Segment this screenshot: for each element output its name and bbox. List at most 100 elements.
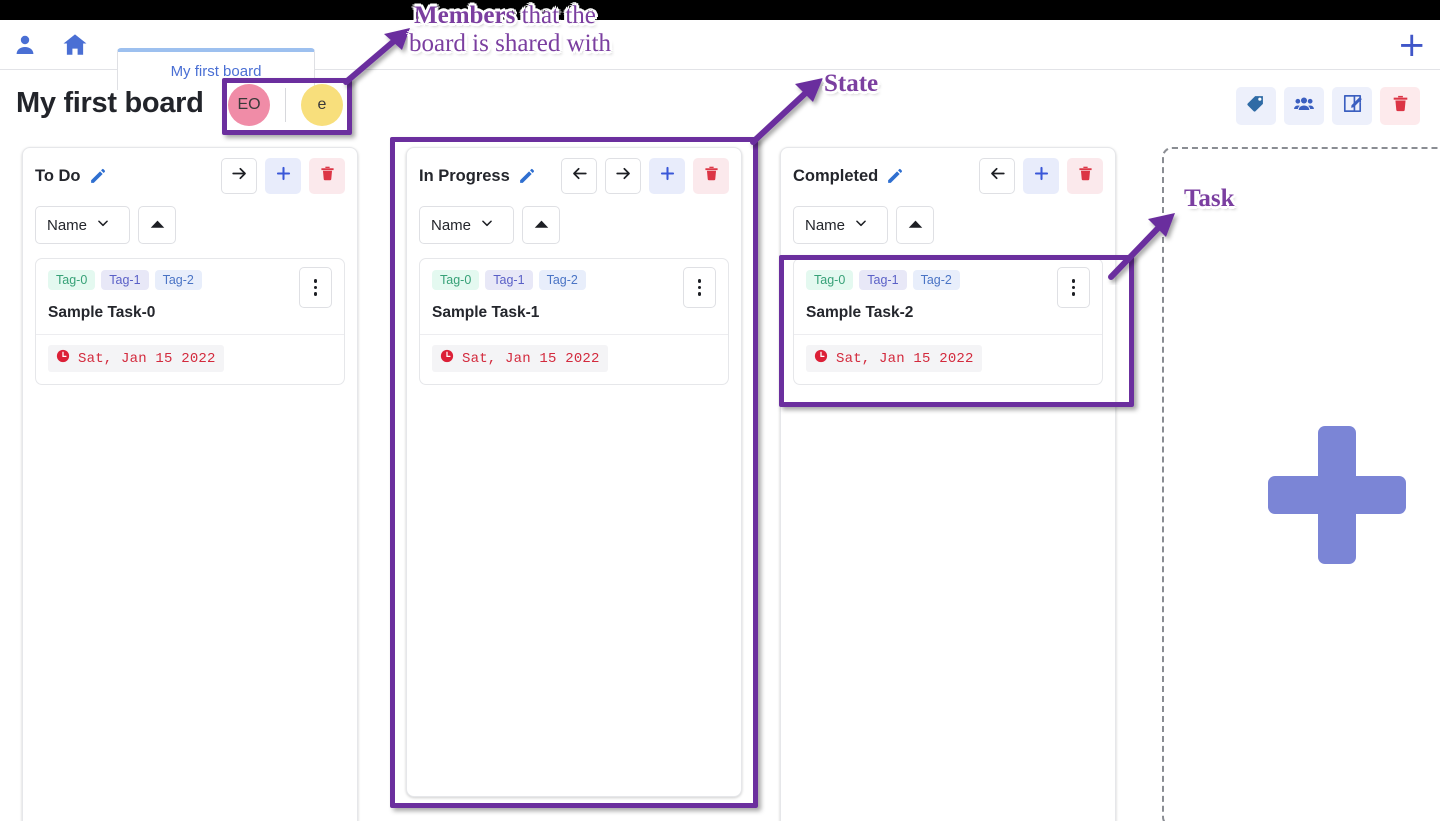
delete-board-button[interactable] (1380, 87, 1420, 125)
state-column-completed: Completed Name Tag-0 Tag-1 Tag-2 Sample … (780, 147, 1116, 821)
plus-icon (658, 164, 677, 188)
state-title: Completed (793, 166, 879, 185)
tag[interactable]: Tag-2 (154, 270, 202, 290)
due-date-badge: Sat, Jan 15 2022 (48, 345, 224, 372)
due-date-text: Sat, Jan 15 2022 (836, 350, 974, 367)
sort-controls: Name (35, 206, 345, 244)
board-members: EO e (228, 84, 343, 126)
vertical-dots-icon (697, 279, 702, 296)
avatar[interactable]: e (301, 84, 343, 126)
task-footer: Sat, Jan 15 2022 (420, 334, 728, 384)
task-main: Tag-0 Tag-1 Tag-2 Sample Task-1 (420, 259, 728, 334)
state-column-to-do: To Do Name Tag-0 Tag-1 Tag-2 Sample Task… (22, 147, 358, 821)
tag[interactable]: Tag-1 (859, 270, 907, 290)
task-card[interactable]: Tag-0 Tag-1 Tag-2 Sample Task-0 Sat, Jan… (35, 258, 345, 385)
state-header: Completed (793, 158, 1103, 194)
tag[interactable]: Tag-1 (485, 270, 533, 290)
state-header: To Do (35, 158, 345, 194)
arrow-left-icon (570, 164, 589, 188)
tag[interactable]: Tag-0 (432, 270, 480, 290)
manage-members-button[interactable] (1284, 87, 1324, 125)
state-buttons (561, 158, 729, 194)
add-board-button[interactable]: + (1398, 28, 1427, 62)
add-task-button[interactable] (649, 158, 685, 194)
navbar: My first board + (0, 20, 1440, 90)
clock-icon (440, 349, 454, 368)
pencil-icon[interactable] (518, 168, 535, 185)
tag[interactable]: Tag-0 (806, 270, 854, 290)
arrow-left-icon (988, 164, 1007, 188)
tag[interactable]: Tag-1 (101, 270, 149, 290)
move-left-button[interactable] (979, 158, 1015, 194)
avatar[interactable]: EO (228, 84, 270, 126)
pencil-icon[interactable] (89, 168, 106, 185)
tag[interactable]: Tag-2 (538, 270, 586, 290)
due-date-badge: Sat, Jan 15 2022 (806, 345, 982, 372)
sort-controls: Name (793, 206, 1103, 244)
tag[interactable]: Tag-0 (48, 270, 96, 290)
avatar-initials: e (317, 96, 327, 113)
state-column-in-progress: In Progress Name Tag-0 Tag-1 Tag-2 Sampl… (406, 147, 742, 797)
task-footer: Sat, Jan 15 2022 (794, 334, 1102, 384)
due-date-text: Sat, Jan 15 2022 (78, 350, 216, 367)
task-menu-button[interactable] (1057, 267, 1090, 308)
chevron-down-icon (480, 216, 494, 234)
clock-icon (56, 349, 70, 368)
board-header: My first board (0, 70, 1440, 140)
task-menu-button[interactable] (683, 267, 716, 308)
sort-controls: Name (419, 206, 729, 244)
arrow-right-icon (230, 164, 249, 188)
edit-square-icon (1342, 93, 1363, 119)
big-plus-icon[interactable] (1268, 426, 1406, 564)
trash-icon (319, 165, 336, 187)
sort-field-value: Name (431, 216, 472, 234)
plus-icon (274, 164, 293, 188)
caret-up-icon (908, 216, 923, 234)
pencil-icon[interactable] (886, 168, 903, 185)
move-left-button[interactable] (561, 158, 597, 194)
task-title: Sample Task-2 (806, 304, 914, 321)
tag[interactable]: Tag-2 (912, 270, 960, 290)
task-menu-button[interactable] (299, 267, 332, 308)
sort-direction-button[interactable] (522, 206, 560, 244)
caret-up-icon (150, 216, 165, 234)
member-divider (285, 88, 286, 122)
task-tags: Tag-0 Tag-1 Tag-2 (806, 270, 1090, 290)
delete-state-button[interactable] (309, 158, 345, 194)
task-title: Sample Task-1 (432, 304, 540, 321)
state-header: In Progress (419, 158, 729, 194)
delete-state-button[interactable] (1067, 158, 1103, 194)
task-card[interactable]: Tag-0 Tag-1 Tag-2 Sample Task-1 Sat, Jan… (419, 258, 729, 385)
move-right-button[interactable] (605, 158, 641, 194)
task-tags: Tag-0 Tag-1 Tag-2 (48, 270, 332, 290)
task-tags: Tag-0 Tag-1 Tag-2 (432, 270, 716, 290)
due-date-text: Sat, Jan 15 2022 (462, 350, 600, 367)
home-icon[interactable] (62, 32, 88, 58)
sort-field-select[interactable]: Name (419, 206, 514, 244)
people-icon (1293, 93, 1315, 120)
top-black-strip (0, 0, 1440, 20)
sort-field-select[interactable]: Name (793, 206, 888, 244)
vertical-dots-icon (1071, 279, 1076, 296)
plus-icon (1032, 164, 1051, 188)
manage-tags-button[interactable] (1236, 87, 1276, 125)
add-task-button[interactable] (1023, 158, 1059, 194)
task-card[interactable]: Tag-0 Tag-1 Tag-2 Sample Task-2 Sat, Jan… (793, 258, 1103, 385)
arrow-right-icon (614, 164, 633, 188)
sort-direction-button[interactable] (138, 206, 176, 244)
trash-icon (1077, 165, 1094, 187)
move-right-button[interactable] (221, 158, 257, 194)
state-title: In Progress (419, 166, 510, 185)
avatar-initials: EO (237, 96, 261, 113)
delete-state-button[interactable] (693, 158, 729, 194)
state-title: To Do (35, 166, 81, 185)
person-icon[interactable] (13, 33, 37, 57)
state-buttons (221, 158, 345, 194)
edit-board-button[interactable] (1332, 87, 1372, 125)
trash-icon (703, 165, 720, 187)
add-task-button[interactable] (265, 158, 301, 194)
vertical-dots-icon (313, 279, 318, 296)
sort-field-select[interactable]: Name (35, 206, 130, 244)
sort-direction-button[interactable] (896, 206, 934, 244)
task-title: Sample Task-0 (48, 304, 156, 321)
